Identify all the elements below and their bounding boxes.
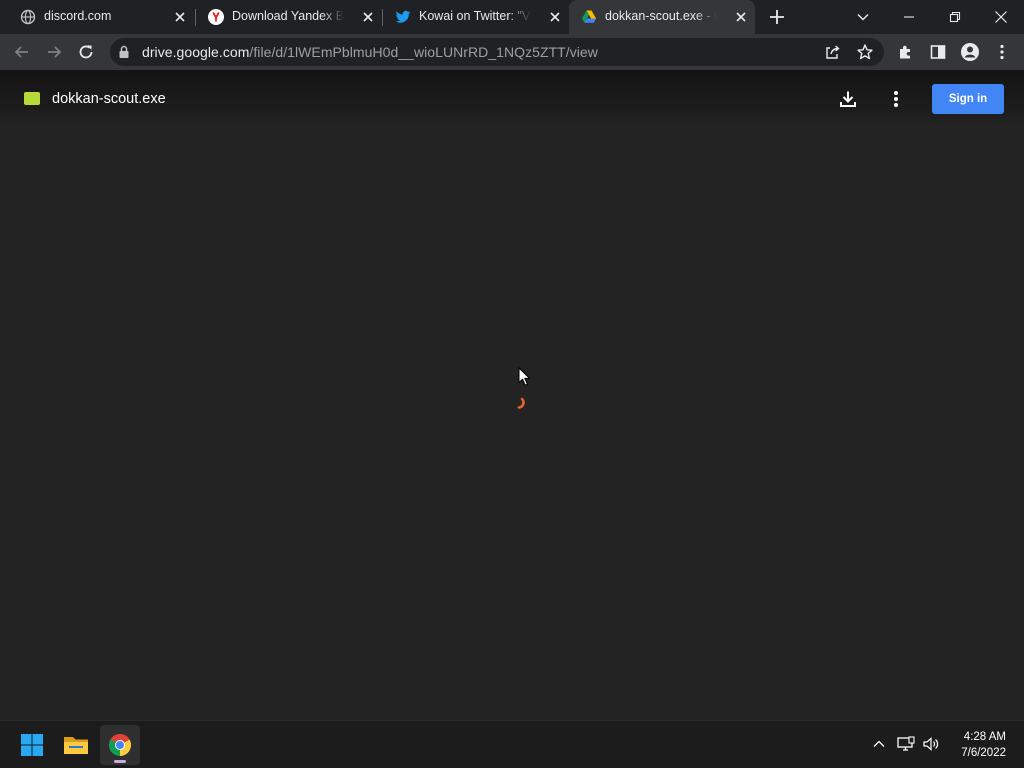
tab-search-icon[interactable] — [850, 4, 876, 30]
tab-twitter[interactable]: Kowai on Twitter: "Voila — [383, 0, 569, 34]
new-tab-icon[interactable] — [767, 7, 787, 27]
tab-title: discord.com — [44, 9, 112, 23]
system-clock[interactable]: 4:28 AM 7/6/2022 — [961, 729, 1006, 761]
windows-taskbar: 4:28 AM 7/6/2022 — [0, 720, 1024, 768]
tab-google-drive[interactable]: dokkan-scout.exe - Google Drive — [569, 0, 755, 34]
file-explorer-icon[interactable] — [56, 725, 96, 765]
tab-title: Kowai on Twitter: "Voila — [419, 9, 531, 23]
chrome-taskbar-icon[interactable] — [100, 725, 140, 765]
share-icon[interactable] — [824, 43, 842, 61]
url-path: /file/d/1lWEmPblmuH0d__wioLUNrRD_1NQz5ZT… — [249, 44, 598, 60]
drive-header: dokkan-scout.exe Sign in — [0, 70, 1024, 128]
active-app-indicator — [114, 760, 126, 763]
minimize-icon[interactable] — [896, 4, 922, 30]
network-icon[interactable] — [897, 735, 915, 753]
bookmark-star-icon[interactable] — [856, 43, 874, 61]
show-hidden-icons-icon[interactable] — [870, 735, 888, 753]
close-tab-icon[interactable] — [733, 9, 749, 25]
restore-icon[interactable] — [942, 4, 968, 30]
reload-icon[interactable] — [74, 40, 98, 64]
close-tab-icon[interactable] — [547, 9, 563, 25]
windows-start-icon[interactable] — [12, 725, 52, 765]
url-host: drive.google.com — [142, 44, 250, 60]
back-icon[interactable] — [10, 40, 34, 64]
tab-title: dokkan-scout.exe - Google Drive — [605, 9, 717, 23]
close-tab-icon[interactable] — [172, 9, 188, 25]
clock-date: 7/6/2022 — [961, 747, 1006, 759]
yandex-icon — [208, 9, 224, 25]
globe-icon — [20, 9, 36, 25]
download-icon[interactable] — [836, 87, 860, 111]
close-tab-icon[interactable] — [360, 9, 376, 25]
sign-in-button[interactable]: Sign in — [932, 84, 1004, 114]
twitter-icon — [395, 9, 411, 25]
chrome-menu-icon[interactable] — [990, 40, 1014, 64]
extensions-icon[interactable] — [894, 40, 918, 64]
side-panel-icon[interactable] — [926, 40, 950, 64]
file-name: dokkan-scout.exe — [52, 91, 166, 107]
google-drive-icon — [581, 9, 597, 25]
volume-icon[interactable] — [922, 735, 940, 753]
file-type-icon — [24, 92, 40, 105]
clock-time: 4:28 AM — [963, 731, 1006, 743]
mouse-cursor-icon — [518, 367, 532, 387]
drive-preview-page: dokkan-scout.exe Sign in — [0, 70, 1024, 720]
lock-icon[interactable] — [118, 45, 130, 59]
forward-icon[interactable] — [42, 40, 66, 64]
address-bar[interactable]: drive.google.com/file/d/1lWEmPblmuH0d__w… — [110, 38, 884, 66]
more-options-icon[interactable] — [884, 87, 908, 111]
browser-toolbar: drive.google.com/file/d/1lWEmPblmuH0d__w… — [0, 34, 1024, 70]
profile-icon[interactable] — [958, 40, 982, 64]
tab-strip: discord.com Download Yandex Browser Kowa… — [0, 0, 1024, 34]
tab-discord[interactable]: discord.com — [8, 0, 194, 34]
tab-yandex[interactable]: Download Yandex Browser — [196, 0, 382, 34]
close-window-icon[interactable] — [988, 4, 1014, 30]
url-text[interactable]: drive.google.com/file/d/1lWEmPblmuH0d__w… — [142, 44, 598, 60]
tab-title: Download Yandex Browser — [232, 9, 344, 23]
